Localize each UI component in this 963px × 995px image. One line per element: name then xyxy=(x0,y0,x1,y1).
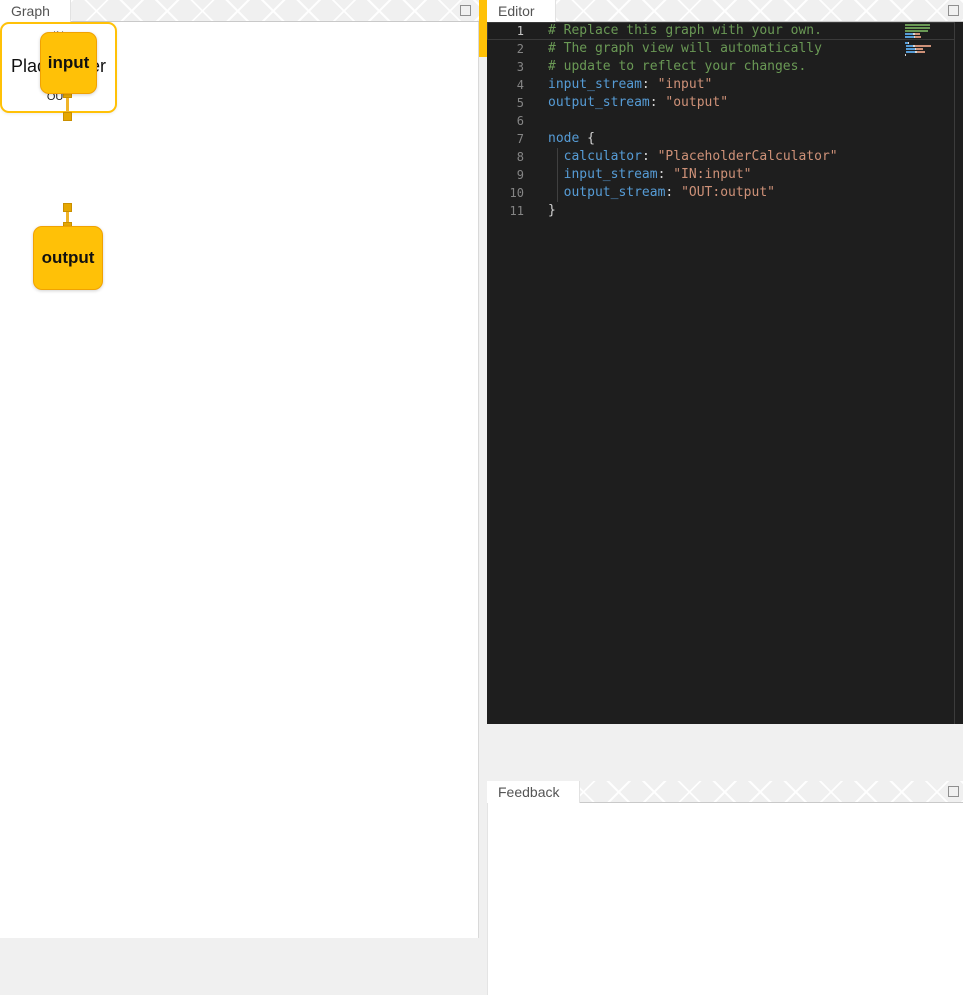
indent-guide xyxy=(557,184,558,202)
maximize-icon[interactable] xyxy=(948,786,959,797)
line-number: 6 xyxy=(487,112,524,130)
editor-minimap[interactable] xyxy=(905,24,954,57)
code-line[interactable]: 11} xyxy=(487,202,955,220)
maximize-icon[interactable] xyxy=(460,5,471,16)
graph-canvas[interactable]: input IN Placeholder OUT output xyxy=(0,22,479,938)
tab-graph[interactable]: Graph xyxy=(0,0,71,22)
line-number: 1 xyxy=(487,22,524,40)
code-text: output_stream: "OUT:output" xyxy=(524,184,775,202)
code-line[interactable]: 2# The graph view will automatically xyxy=(487,40,955,58)
line-number: 9 xyxy=(487,166,524,184)
line-number: 10 xyxy=(487,184,524,202)
code-line[interactable]: 8 calculator: "PlaceholderCalculator" xyxy=(487,148,955,166)
graph-node-input[interactable]: input xyxy=(40,32,97,94)
code-text: # update to reflect your changes. xyxy=(524,58,806,76)
editor-tabstrip: Editor xyxy=(487,0,963,22)
code-line[interactable]: 4input_stream: "input" xyxy=(487,76,955,94)
code-line[interactable]: 1# Replace this graph with your own. xyxy=(487,22,955,40)
code-text: # Replace this graph with your own. xyxy=(524,22,822,40)
tab-feedback[interactable]: Feedback xyxy=(487,781,580,803)
code-line[interactable]: 9 input_stream: "IN:input" xyxy=(487,166,955,184)
code-text: node { xyxy=(524,130,595,148)
code-text: input_stream: "input" xyxy=(524,76,712,94)
code-text: output_stream: "output" xyxy=(524,94,728,112)
line-number: 11 xyxy=(487,202,524,220)
port-connector xyxy=(63,203,72,212)
code-line[interactable]: 3# update to reflect your changes. xyxy=(487,58,955,76)
graph-tabstrip: Graph xyxy=(0,0,479,22)
line-number: 2 xyxy=(487,40,524,58)
feedback-tabstrip: Feedback xyxy=(487,781,963,803)
feedback-panel: Feedback xyxy=(487,781,963,995)
code-text: } xyxy=(524,202,556,220)
node-label: output xyxy=(42,248,95,268)
graph-panel: Graph input IN Placeholder OUT output xyxy=(0,0,479,938)
code-line[interactable]: 10 output_stream: "OUT:output" xyxy=(487,184,955,202)
editor-lines: 1# Replace this graph with your own.2# T… xyxy=(487,22,963,220)
code-text: # The graph view will automatically xyxy=(524,40,822,58)
editor-panel: Editor 1# Replace this graph with your o… xyxy=(487,0,963,724)
code-text: calculator: "PlaceholderCalculator" xyxy=(524,148,838,166)
indent-guide xyxy=(557,166,558,184)
node-label: input xyxy=(48,53,90,73)
line-number: 5 xyxy=(487,94,524,112)
code-text: input_stream: "IN:input" xyxy=(524,166,752,184)
tab-editor[interactable]: Editor xyxy=(487,0,556,22)
feedback-content xyxy=(487,803,963,995)
editor-scrollbar[interactable] xyxy=(954,22,955,724)
code-text xyxy=(524,112,548,130)
code-line[interactable]: 7node { xyxy=(487,130,955,148)
line-number: 8 xyxy=(487,148,524,166)
port-connector xyxy=(63,112,72,121)
code-line[interactable]: 5output_stream: "output" xyxy=(487,94,955,112)
line-number: 4 xyxy=(487,76,524,94)
indent-guide xyxy=(557,148,558,166)
graph-node-output[interactable]: output xyxy=(33,226,103,290)
code-editor[interactable]: 1# Replace this graph with your own.2# T… xyxy=(487,22,963,724)
line-number: 7 xyxy=(487,130,524,148)
code-line[interactable]: 6 xyxy=(487,112,955,130)
maximize-icon[interactable] xyxy=(948,5,959,16)
line-number: 3 xyxy=(487,58,524,76)
